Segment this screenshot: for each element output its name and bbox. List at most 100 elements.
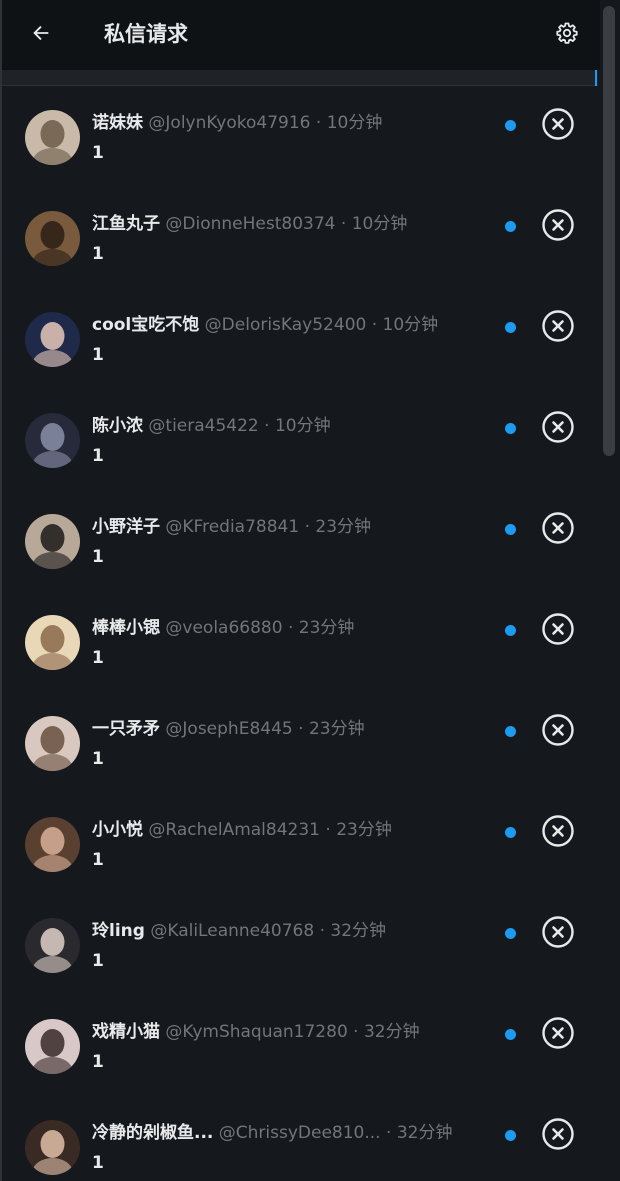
display-name: 戏精小猫 (92, 1022, 160, 1042)
display-name: 棒棒小锶 (92, 618, 160, 638)
user-handle: @JolynKyoko47916 (148, 113, 311, 133)
close-circle-icon (541, 612, 575, 650)
message-request-row[interactable]: 诺妹妹 @JolynKyoko47916 · 10分钟 1 (2, 87, 598, 188)
message-request-row[interactable]: 小小悦 @RachelAmal84231 · 23分钟 1 (2, 794, 598, 895)
dismiss-request-button[interactable] (540, 512, 576, 548)
avatar[interactable] (25, 312, 80, 367)
avatar[interactable] (25, 1120, 80, 1175)
message-preview: 1 (92, 143, 104, 163)
avatar[interactable] (25, 413, 80, 468)
separator-dot: · (340, 214, 347, 234)
display-name: 陈小浓 (92, 416, 143, 436)
timestamp: 32分钟 (330, 921, 387, 941)
settings-button[interactable] (550, 18, 584, 52)
message-request-row[interactable]: 棒棒小锶 @veola66880 · 23分钟 1 (2, 592, 598, 693)
avatar[interactable] (25, 1019, 80, 1074)
dismiss-request-button[interactable] (540, 815, 576, 851)
page-title: 私信请求 (104, 22, 188, 46)
dismiss-request-button[interactable] (540, 108, 576, 144)
avatar[interactable] (25, 615, 80, 670)
message-preview: 1 (92, 648, 104, 668)
timestamp: 10分钟 (274, 416, 331, 436)
unread-dot (505, 625, 516, 636)
close-circle-icon (541, 410, 575, 448)
unread-dot (505, 322, 516, 333)
dismiss-request-button[interactable] (540, 411, 576, 447)
timestamp: 23分钟 (308, 719, 365, 739)
tab-indicator (595, 70, 597, 86)
dismiss-request-button[interactable] (540, 1017, 576, 1053)
avatar[interactable] (25, 211, 80, 266)
request-header: 小野洋子 @KFredia78841 · 23分钟 (92, 515, 502, 539)
message-request-list: 诺妹妹 @JolynKyoko47916 · 10分钟 1 江鱼丸子 @Dion… (2, 87, 598, 1181)
message-preview: 1 (92, 446, 104, 466)
close-circle-icon (541, 511, 575, 549)
request-header: 诺妹妹 @JolynKyoko47916 · 10分钟 (92, 111, 502, 135)
display-name: 江鱼丸子 (92, 214, 160, 234)
display-name: 小野洋子 (92, 517, 160, 537)
avatar[interactable] (25, 514, 80, 569)
request-header: 一只矛矛 @JosephE8445 · 23分钟 (92, 717, 502, 741)
user-handle: @tiera45422 (148, 416, 259, 436)
separator-dot: · (287, 618, 294, 638)
dismiss-request-button[interactable] (540, 916, 576, 952)
app: 私信请求 诺妹妹 @JolynKyoko47916 · 10分钟 1 江鱼丸子 … (0, 0, 620, 1181)
message-preview: 1 (92, 749, 104, 769)
avatar[interactable] (25, 110, 80, 165)
gear-icon (555, 21, 579, 49)
unread-dot (505, 423, 516, 434)
display-name: cool宝吃不饱 (92, 315, 200, 335)
message-request-row[interactable]: 冷静的剁椒鱼... @ChrissyDee810... · 32分钟 1 (2, 1097, 598, 1181)
user-handle: @KaliLeanne40768 (150, 921, 315, 941)
close-circle-icon (541, 1016, 575, 1054)
message-request-row[interactable]: 江鱼丸子 @DionneHest80374 · 10分钟 1 (2, 188, 598, 289)
unread-dot (505, 524, 516, 535)
back-button[interactable] (24, 18, 58, 52)
display-name: 玲ling (92, 921, 145, 941)
separator-dot: · (264, 416, 270, 436)
unread-dot (505, 928, 516, 939)
dismiss-request-button[interactable] (540, 1118, 576, 1154)
unread-dot (505, 827, 516, 838)
avatar[interactable] (25, 716, 80, 771)
dismiss-request-button[interactable] (540, 613, 576, 649)
unread-dot (505, 120, 516, 131)
separator-dot: · (353, 1022, 359, 1042)
message-request-row[interactable]: 陈小浓 @tiera45422 · 10分钟 1 (2, 390, 598, 491)
message-request-row[interactable]: 玲ling @KaliLeanne40768 · 32分钟 1 (2, 895, 598, 996)
header: 私信请求 (0, 0, 600, 70)
timestamp: 32分钟 (396, 1123, 453, 1143)
unread-dot (505, 1029, 516, 1040)
display-name: 一只矛矛 (92, 719, 160, 739)
avatar[interactable] (25, 918, 80, 973)
user-handle: @RachelAmal84231 (148, 820, 320, 840)
dismiss-request-button[interactable] (540, 209, 576, 245)
request-header: 戏精小猫 @KymShaquan17280 · 32分钟 (92, 1020, 502, 1044)
user-handle: @DionneHest80374 (165, 214, 336, 234)
tab-bar-divider (2, 70, 598, 86)
scrollbar-thumb[interactable] (603, 6, 615, 456)
message-preview: 1 (92, 1052, 104, 1072)
message-request-row[interactable]: cool宝吃不饱 @DelorisKay52400 · 10分钟 1 (2, 289, 598, 390)
display-name: 诺妹妹 (92, 113, 143, 133)
arrow-left-icon (30, 22, 52, 48)
close-circle-icon (541, 915, 575, 953)
avatar[interactable] (25, 817, 80, 872)
timestamp: 32分钟 (363, 1022, 420, 1042)
message-preview: 1 (92, 345, 104, 365)
request-header: 江鱼丸子 @DionneHest80374 · 10分钟 (92, 212, 502, 236)
separator-dot: · (386, 1123, 392, 1143)
message-preview: 1 (92, 547, 104, 567)
dismiss-request-button[interactable] (540, 714, 576, 750)
message-request-row[interactable]: 一只矛矛 @JosephE8445 · 23分钟 1 (2, 693, 598, 794)
close-circle-icon (541, 309, 575, 347)
separator-dot: · (304, 517, 310, 537)
message-request-row[interactable]: 小野洋子 @KFredia78841 · 23分钟 1 (2, 491, 598, 592)
request-header: cool宝吃不饱 @DelorisKay52400 · 10分钟 (92, 313, 502, 337)
display-name: 冷静的剁椒鱼... (92, 1123, 214, 1143)
message-request-row[interactable]: 戏精小猫 @KymShaquan17280 · 32分钟 1 (2, 996, 598, 1097)
request-header: 玲ling @KaliLeanne40768 · 32分钟 (92, 919, 502, 943)
request-header: 冷静的剁椒鱼... @ChrissyDee810... · 32分钟 (92, 1121, 502, 1145)
dismiss-request-button[interactable] (540, 310, 576, 346)
close-circle-icon (541, 107, 575, 145)
